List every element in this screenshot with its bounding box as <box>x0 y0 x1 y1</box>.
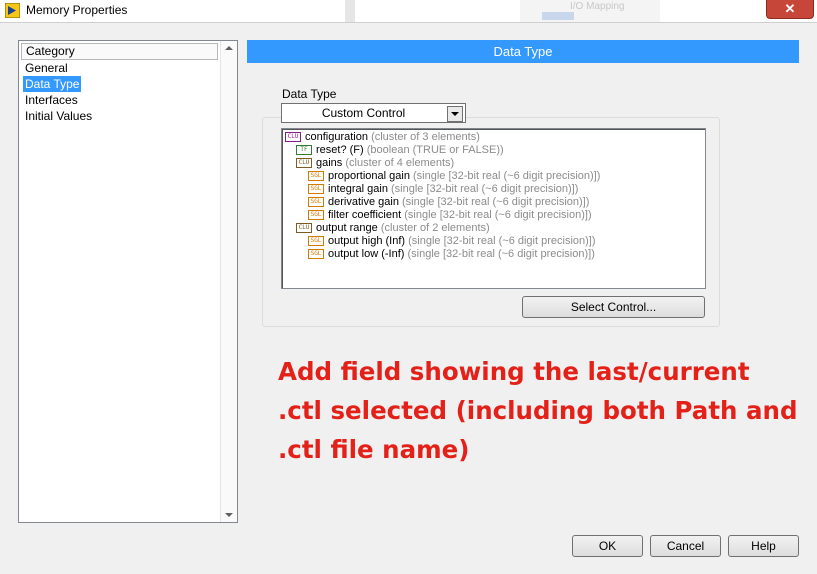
tree-row-desc: (boolean (TRUE or FALSE)) <box>366 144 504 156</box>
section-title: Data Type <box>247 40 799 63</box>
select-control-button[interactable]: Select Control... <box>522 296 705 318</box>
tree-row-name: derivative gain <box>328 196 399 208</box>
annotation-line-3: .ctl file name) <box>278 435 470 464</box>
tree-row-name: configuration <box>305 131 368 143</box>
cluster-icon: CLU <box>296 158 312 169</box>
category-scrollbar[interactable] <box>220 41 237 522</box>
annotation-line-1: Add field showing the last/current <box>278 357 750 386</box>
background-ghost-bar <box>542 12 574 20</box>
tree-row[interactable]: TF reset? (F) (boolean (TRUE or FALSE)) <box>296 144 504 157</box>
cluster-icon: CLU <box>296 223 312 234</box>
tree-row-desc: (single [32-bit real (~6 digit precision… <box>402 196 590 208</box>
data-type-selected-value: Custom Control <box>321 106 406 120</box>
tree-row[interactable]: CLU gains (cluster of 4 elements) <box>296 157 454 170</box>
single-icon: SGL <box>308 249 324 260</box>
close-button[interactable]: ✕ <box>766 0 814 19</box>
labview-app-icon <box>5 3 20 18</box>
window-title: Memory Properties <box>26 3 128 17</box>
category-item-interfaces[interactable]: Interfaces <box>19 92 220 108</box>
single-icon: SGL <box>308 210 324 221</box>
single-icon: SGL <box>308 197 324 208</box>
tree-row-name: reset? (F) <box>316 144 364 156</box>
category-listbox[interactable]: Category General Data Type Interfaces In… <box>18 40 238 523</box>
tree-row-desc: (cluster of 2 elements) <box>380 222 490 234</box>
tree-row-desc: (single [32-bit real (~6 digit precision… <box>404 209 592 221</box>
help-button[interactable]: Help <box>728 535 799 557</box>
boolean-icon: TF <box>296 145 312 156</box>
data-type-label: Data Type <box>282 87 337 101</box>
tree-row-name: gains <box>316 157 343 169</box>
tree-row-desc: (cluster of 4 elements) <box>345 157 455 169</box>
tree-row-desc: (single [32-bit real (~6 digit precision… <box>391 183 579 195</box>
chevron-down-icon <box>451 112 459 116</box>
tree-row-name: output low (-Inf) <box>328 248 405 260</box>
tree-row[interactable]: SGL output low (-Inf) (single [32-bit rea… <box>308 248 595 261</box>
ok-button[interactable]: OK <box>572 535 643 557</box>
tree-row[interactable]: SGL filter coefficient (single [32-bit re… <box>308 209 592 222</box>
data-type-tree[interactable]: CLU configuration (cluster of 3 elements)… <box>281 128 706 289</box>
annotation-line-2: .ctl selected (including both Path and <box>278 396 798 425</box>
cancel-button[interactable]: Cancel <box>650 535 721 557</box>
category-item-initial-values[interactable]: Initial Values <box>19 108 220 124</box>
tree-row-name: output high (Inf) <box>328 235 406 247</box>
single-icon: SGL <box>308 184 324 195</box>
scroll-down-icon[interactable] <box>225 513 233 517</box>
category-item-general[interactable]: General <box>19 60 220 76</box>
scroll-up-icon[interactable] <box>225 46 233 50</box>
single-icon: SGL <box>308 171 324 182</box>
dropdown-button[interactable] <box>447 106 463 122</box>
category-list: Category General Data Type Interfaces In… <box>19 41 220 522</box>
tree-row[interactable]: SGL proportional gain (single [32-bit rea… <box>308 170 600 183</box>
tree-row[interactable]: SGL integral gain (single [32-bit real (~… <box>308 183 578 196</box>
tree-row-desc: (single [32-bit real (~6 digit precision… <box>407 248 595 260</box>
background-window-ghost-2: I/O Mapping <box>520 0 660 22</box>
title-bar: Memory Properties I/O Mapping ✕ <box>0 0 817 23</box>
category-header[interactable]: Category <box>21 43 218 60</box>
background-ghost-text: I/O Mapping <box>570 1 625 12</box>
tree-row-desc: (single [32-bit real (~6 digit precision… <box>413 170 601 182</box>
tree-row[interactable]: SGL output high (Inf) (single [32-bit rea… <box>308 235 596 248</box>
tree-row-name: filter coefficient <box>328 209 402 221</box>
background-window-ghost <box>345 0 355 22</box>
tree-row-desc: (cluster of 3 elements) <box>371 131 480 143</box>
category-row-data-type: Data Type <box>19 76 220 92</box>
data-type-dropdown[interactable]: Custom Control <box>281 103 466 123</box>
tree-row-desc: (single [32-bit real (~6 digit precision… <box>408 235 596 247</box>
category-item-data-type[interactable]: Data Type <box>23 76 82 92</box>
tree-row[interactable]: SGL derivative gain (single [32-bit real … <box>308 196 589 209</box>
tree-row[interactable]: CLU configuration (cluster of 3 elements) <box>285 131 480 144</box>
tree-row-name: output range <box>316 222 378 234</box>
cluster-icon: CLU <box>285 132 301 143</box>
single-icon: SGL <box>308 236 324 247</box>
annotation-text: Add field showing the last/current .ctl … <box>278 352 798 469</box>
tree-row-name: proportional gain <box>328 170 410 182</box>
tree-row-name: integral gain <box>328 183 388 195</box>
tree-row[interactable]: CLU output range (cluster of 2 elements) <box>296 222 490 235</box>
